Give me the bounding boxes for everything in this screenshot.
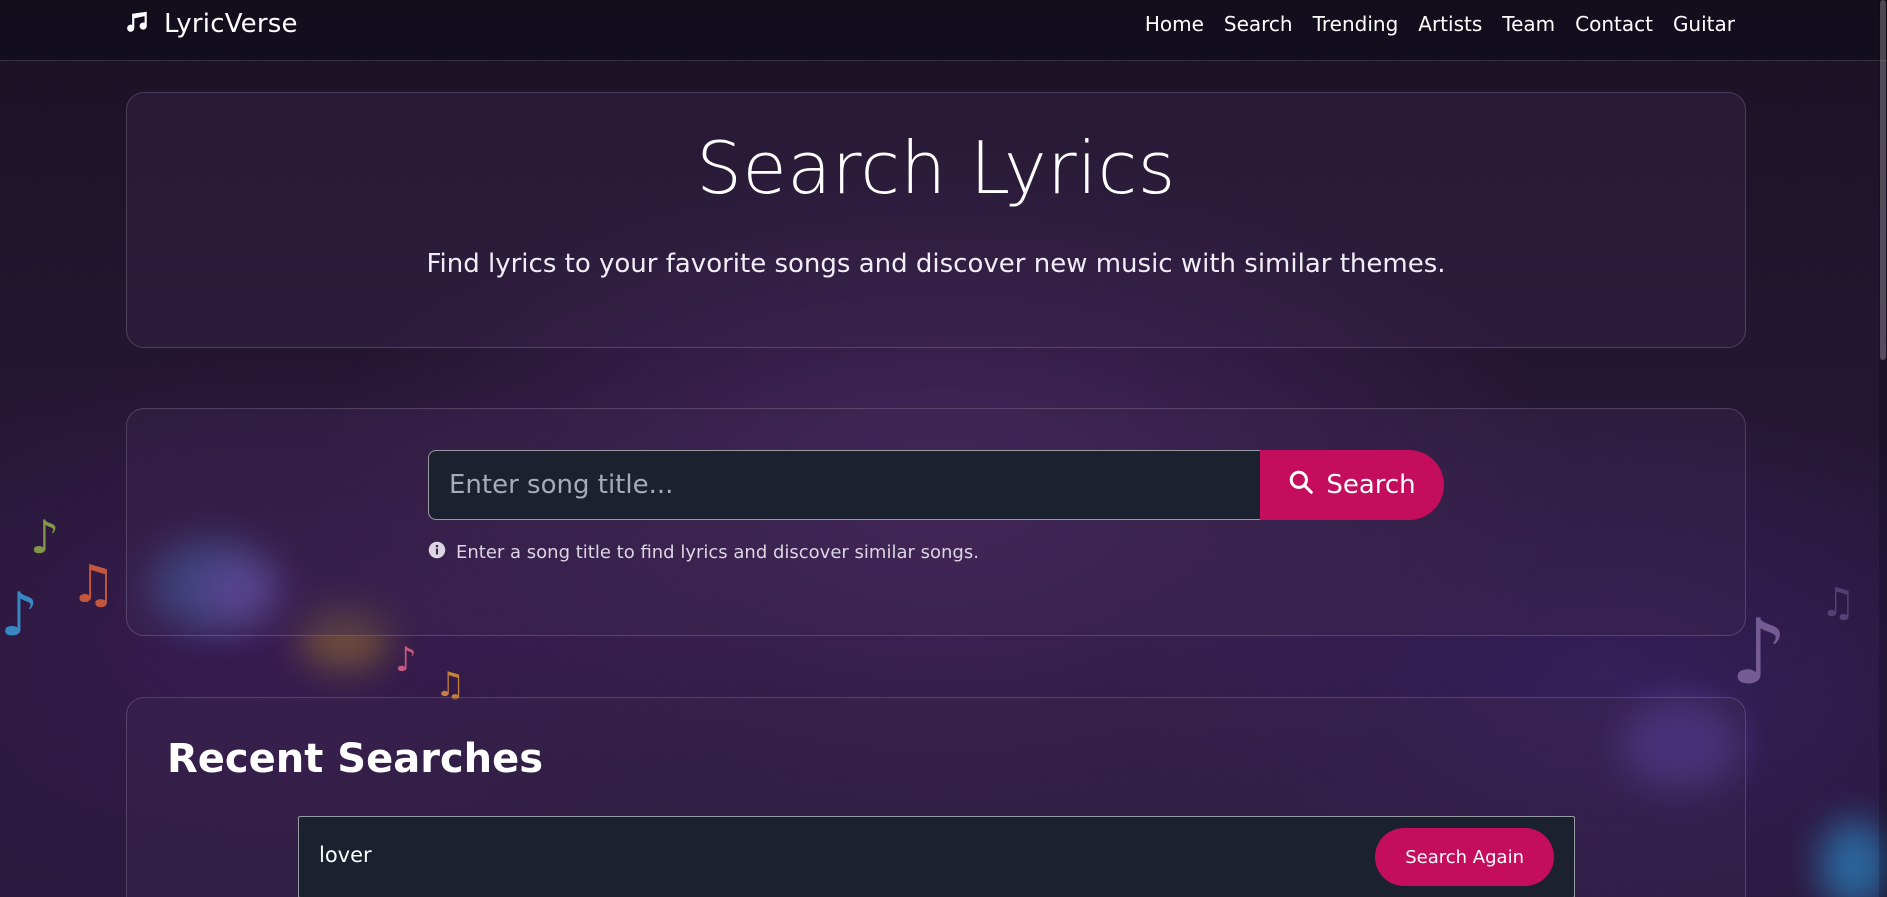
brand-logo[interactable]: LyricVerse — [124, 6, 298, 42]
music-note-decoration-icon: ♫ — [1820, 580, 1856, 626]
search-hint-text: Enter a song title to find lyrics and di… — [456, 542, 979, 563]
brand-name: LyricVerse — [164, 9, 298, 39]
search-again-button[interactable]: Search Again — [1375, 828, 1554, 886]
page-title: Search Lyrics — [696, 126, 1176, 210]
search-icon — [1288, 469, 1314, 502]
nav-link-trending[interactable]: Trending — [1313, 12, 1399, 36]
search-form: Search — [428, 450, 1444, 520]
music-note-icon — [124, 9, 150, 39]
music-note-decoration-icon: ♫ — [70, 555, 117, 615]
music-note-decoration-icon: ♪ — [30, 510, 60, 564]
nav-link-artists[interactable]: Artists — [1418, 12, 1482, 36]
hero-card: Search Lyrics Find lyrics to your favori… — [126, 92, 1746, 348]
recent-search-term: lover — [319, 843, 372, 867]
nav-links: Home Search Trending Artists Team Contac… — [1145, 8, 1735, 40]
search-button[interactable]: Search — [1260, 450, 1444, 520]
background-glow-right-2 — [1820, 820, 1887, 897]
search-hint: Enter a song title to find lyrics and di… — [428, 541, 979, 564]
recent-searches-title: Recent Searches — [167, 736, 544, 782]
page-subtitle: Find lyrics to your favorite songs and d… — [426, 249, 1446, 279]
nav-link-team[interactable]: Team — [1502, 12, 1555, 36]
search-card: Search Enter a song title to find lyrics… — [126, 408, 1746, 636]
music-note-decoration-icon: ♪ — [395, 640, 417, 680]
nav-link-guitar[interactable]: Guitar — [1673, 12, 1735, 36]
recent-searches-card: Recent Searches lover Search Again — [126, 697, 1746, 897]
list-item: lover Search Again — [298, 816, 1575, 897]
top-navbar: LyricVerse Home Search Trending Artists … — [0, 0, 1887, 61]
page-scrollbar[interactable] — [1879, 0, 1887, 897]
search-input[interactable] — [428, 450, 1260, 520]
info-icon — [428, 541, 446, 564]
music-note-decoration-icon: ♪ — [0, 580, 39, 650]
scrollbar-thumb[interactable] — [1880, 0, 1886, 360]
nav-link-search[interactable]: Search — [1224, 12, 1293, 36]
search-button-label: Search — [1326, 470, 1416, 500]
nav-link-contact[interactable]: Contact — [1575, 12, 1653, 36]
nav-link-home[interactable]: Home — [1145, 12, 1204, 36]
